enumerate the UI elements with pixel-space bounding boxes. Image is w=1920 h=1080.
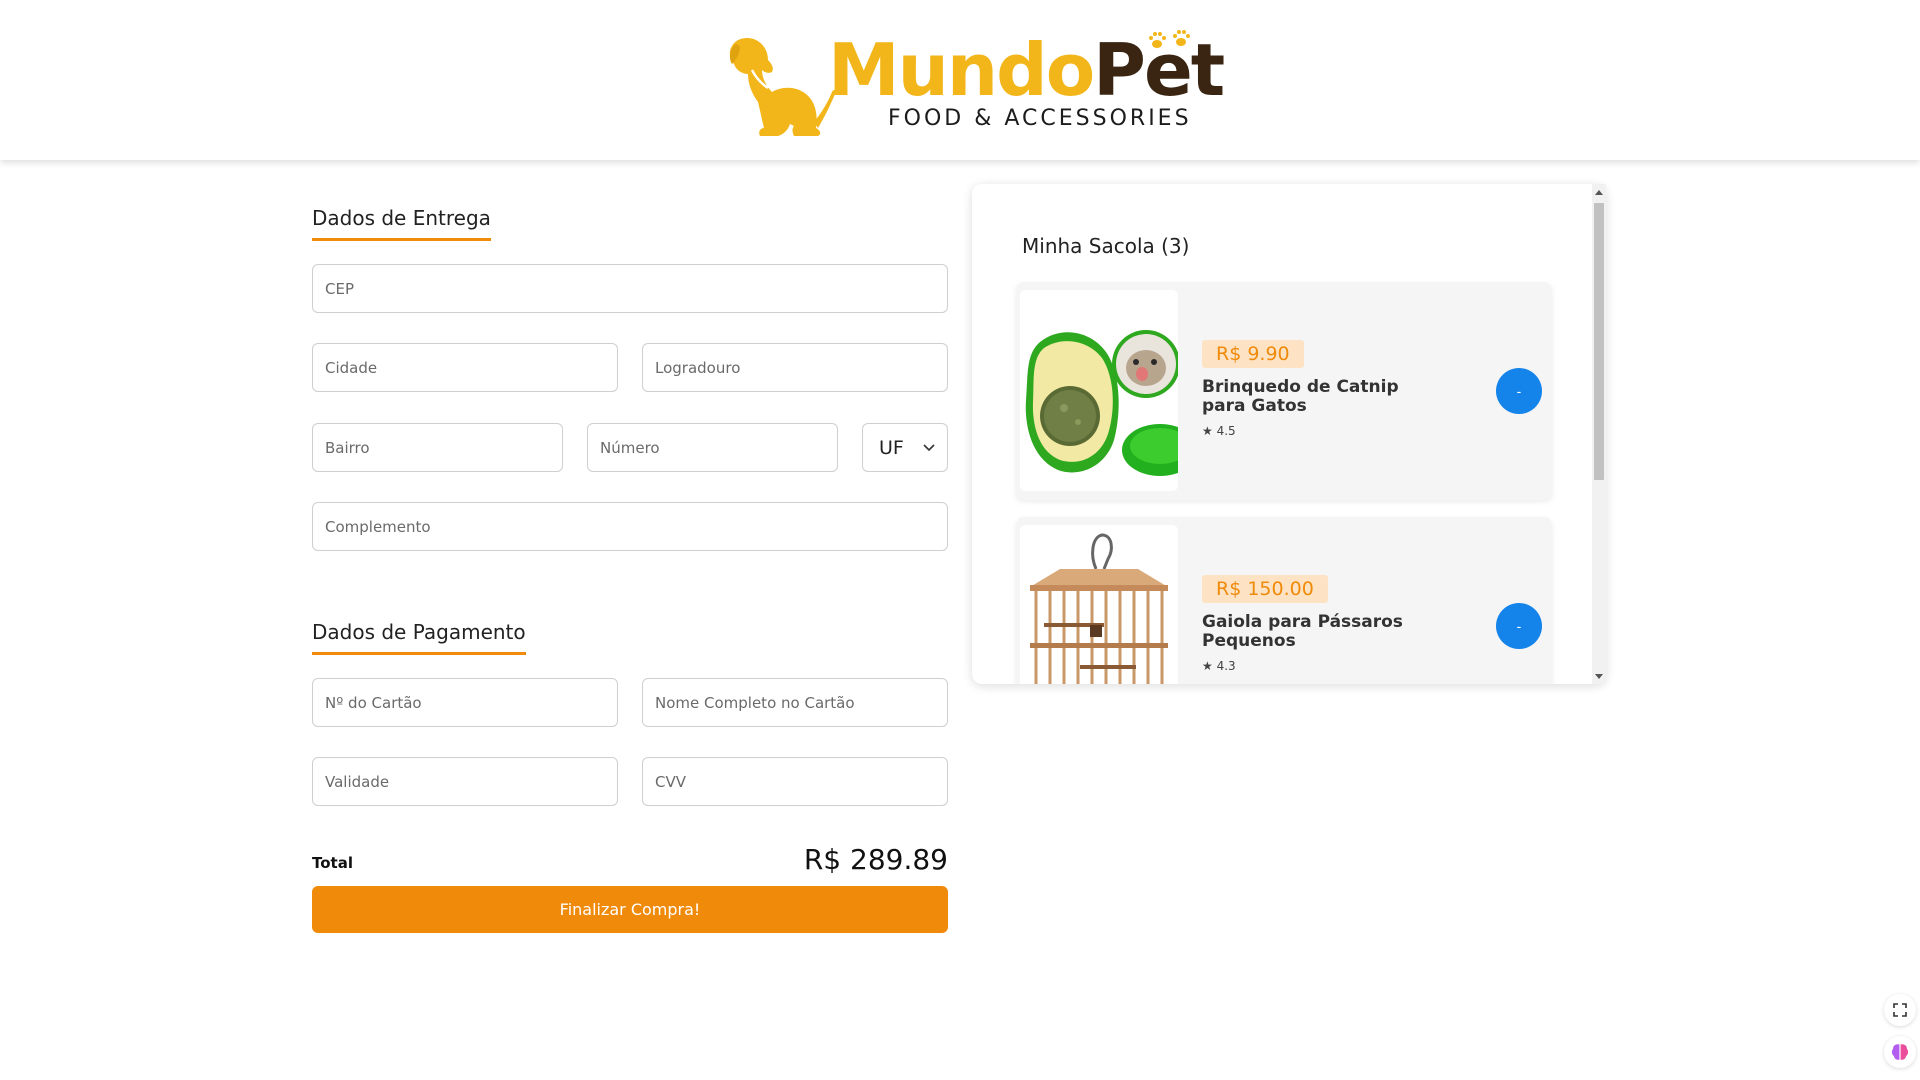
finish-purchase-button[interactable]: Finalizar Compra!: [312, 886, 948, 933]
total-label: Total: [312, 854, 353, 872]
complemento-input[interactable]: [312, 502, 948, 551]
remove-item-button[interactable]: -: [1496, 368, 1542, 414]
item-price: R$ 9.90: [1202, 340, 1304, 368]
scrollbar-thumb[interactable]: [1594, 203, 1604, 480]
item-name: Brinquedo de Catnip para Gatos: [1202, 377, 1399, 416]
logo-word-mundo: Mundo: [828, 28, 1095, 112]
brain-icon: [1891, 1044, 1909, 1060]
item-rating: ★ 4.3: [1202, 659, 1236, 673]
mundopet-logo[interactable]: MundoPet FOOD & ACCESSORIES: [722, 26, 1225, 142]
expand-button[interactable]: [1884, 994, 1916, 1026]
logradouro-input[interactable]: [642, 343, 948, 392]
bairro-input[interactable]: [312, 423, 563, 472]
item-rating: ★ 4.5: [1202, 424, 1236, 438]
cvv-input[interactable]: [642, 757, 948, 806]
expand-icon: [1893, 1003, 1907, 1017]
uf-select-value: UF: [879, 436, 904, 459]
paw-prints-icon: [1149, 30, 1190, 48]
card-number-input[interactable]: [312, 678, 618, 727]
scroll-down-arrow-icon[interactable]: [1595, 674, 1603, 679]
delivery-section-title: Dados de Entrega: [312, 206, 491, 241]
cep-input[interactable]: [312, 264, 948, 313]
card-name-input[interactable]: [642, 678, 948, 727]
numero-input[interactable]: [587, 423, 838, 472]
cart-item: R$ 9.90 Brinquedo de Catnip para Gatos ★…: [1016, 282, 1552, 500]
chevron-down-icon: [923, 443, 935, 451]
cart-panel[interactable]: Minha Sacola (3) R$ 9.90 Brinquedo de Ca…: [972, 184, 1606, 684]
assistant-button[interactable]: [1884, 1036, 1916, 1068]
remove-item-button[interactable]: -: [1496, 603, 1542, 649]
dog-logo-icon: [729, 38, 836, 136]
cart-item: R$ 150.00 Gaiola para Pássaros Pequenos …: [1016, 517, 1552, 684]
site-header: MundoPet FOOD & ACCESSORIES: [0, 0, 1920, 160]
catnip-toy-image: [1020, 290, 1178, 491]
cidade-input[interactable]: [312, 343, 618, 392]
birdcage-image: [1020, 525, 1178, 684]
payment-section-title: Dados de Pagamento: [312, 620, 526, 655]
product-image-birdcage: [1020, 525, 1178, 684]
uf-select[interactable]: UF: [862, 423, 948, 472]
cart-scrollbar[interactable]: [1592, 184, 1606, 684]
total-value: R$ 289.89: [803, 843, 948, 876]
item-price: R$ 150.00: [1202, 575, 1328, 603]
logo-tagline: FOOD & ACCESSORIES: [888, 106, 1192, 131]
product-image-catnip: [1020, 290, 1178, 491]
cart-title: Minha Sacola (3): [1022, 234, 1190, 258]
validity-input[interactable]: [312, 757, 618, 806]
item-name: Gaiola para Pássaros Pequenos: [1202, 612, 1403, 651]
scroll-up-arrow-icon[interactable]: [1595, 190, 1603, 195]
